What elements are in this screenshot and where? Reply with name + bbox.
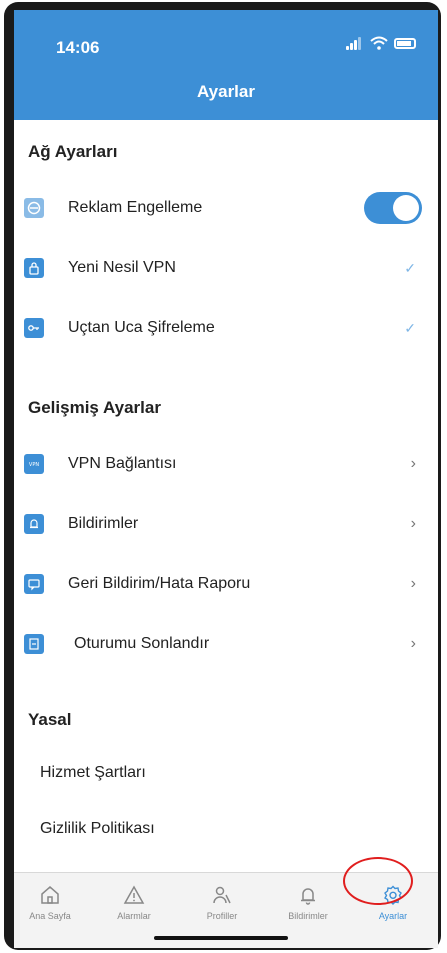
tab-profiles[interactable]: Profiller	[182, 883, 262, 921]
row-label: Geri Bildirim/Hata Raporu	[68, 575, 251, 592]
settings-row-ad-block: Reklam Engelleme	[14, 188, 438, 228]
key-icon	[24, 318, 44, 338]
tab-home[interactable]: Ana Sayfa	[14, 883, 90, 921]
tab-label: Alarmlar	[117, 911, 151, 921]
settings-row-feedback[interactable]: Geri Bildirim/Hata Raporu ›	[14, 564, 438, 604]
page-title: Ayarlar	[197, 82, 255, 101]
svg-text:VPN: VPN	[29, 462, 39, 468]
terms-of-service-link[interactable]: Hizmet Şartları	[40, 764, 146, 782]
row-label: VPN Bağlantısı	[68, 455, 177, 472]
chevron-right-icon: ›	[410, 515, 416, 532]
block-icon	[24, 198, 44, 218]
status-time: 14:06	[56, 38, 100, 57]
chevron-right-icon: ›	[410, 635, 416, 652]
home-indicator	[154, 936, 288, 940]
ad-block-toggle[interactable]	[364, 192, 422, 224]
tab-label: Ana Sayfa	[29, 911, 71, 921]
privacy-policy-link[interactable]: Gizlilik Politikası	[40, 820, 155, 838]
feedback-icon	[24, 574, 44, 594]
tab-label: Bildirimler	[288, 911, 328, 921]
warning-icon	[123, 885, 145, 904]
row-label: Yeni Nesil VPN	[68, 259, 176, 276]
section-title-network: Ağ Ayarları	[28, 142, 118, 161]
app-header: 14:06 Ayarlar	[14, 10, 438, 120]
cellular-signal-icon	[346, 36, 364, 50]
settings-row-notifications[interactable]: Bildirimler ›	[14, 504, 438, 544]
chevron-right-icon: ›	[410, 455, 416, 472]
check-icon: ✓	[404, 319, 416, 336]
tab-notifications[interactable]: Bildirimler	[268, 883, 348, 921]
status-icons	[346, 36, 416, 50]
wifi-icon	[370, 36, 388, 50]
settings-row-e2e-encryption: Uçtan Uca Şifreleme ✓	[14, 308, 438, 348]
row-label: Uçtan Uca Şifreleme	[68, 319, 215, 336]
row-label: Reklam Engelleme	[68, 199, 203, 216]
app-screen: 14:06 Ayarlar Ağ Ayarları Reklam Engelle…	[14, 10, 438, 948]
check-icon: ✓	[404, 259, 416, 276]
vpn-icon: VPN	[24, 454, 44, 474]
settings-row-next-gen-vpn: Yeni Nesil VPN ✓	[14, 248, 438, 288]
settings-row-vpn-connection[interactable]: VPN VPN Bağlantısı ›	[14, 444, 438, 484]
tab-label: Ayarlar	[378, 911, 408, 921]
bell-icon	[301, 888, 315, 905]
section-title-advanced: Gelişmiş Ayarlar	[28, 398, 161, 417]
section-title-legal: Yasal	[28, 710, 72, 729]
logout-icon	[24, 634, 44, 654]
home-icon	[41, 886, 59, 904]
row-label: Oturumu Sonlandır	[74, 635, 210, 652]
settings-tab-highlight-circle	[343, 857, 413, 905]
chevron-right-icon: ›	[410, 575, 416, 592]
tab-alarms[interactable]: Alarmlar	[94, 883, 174, 921]
battery-icon	[394, 37, 416, 49]
settings-row-logout[interactable]: Oturumu Sonlandır ›	[14, 624, 438, 664]
row-label: Bildirimler	[68, 515, 139, 532]
profiles-icon	[213, 886, 231, 904]
lock-icon	[24, 258, 44, 278]
device-frame: 14:06 Ayarlar Ağ Ayarları Reklam Engelle…	[4, 2, 441, 950]
tab-label: Profiller	[206, 911, 238, 921]
bell-icon	[24, 514, 44, 534]
